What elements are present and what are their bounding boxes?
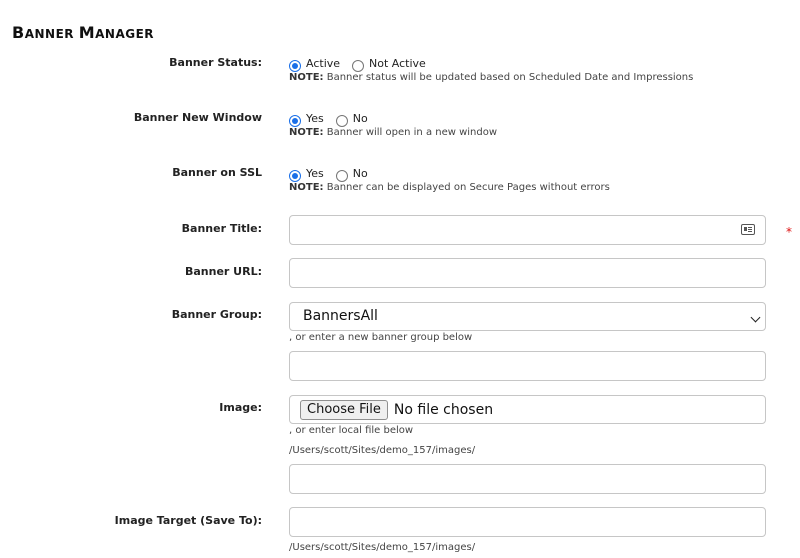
image-path-text: /Users/scott/Sites/demo_157/images/ bbox=[289, 445, 476, 456]
image-target-input[interactable] bbox=[289, 507, 766, 537]
contact-card-icon[interactable] bbox=[741, 224, 755, 235]
ssl-yes-radio[interactable] bbox=[289, 170, 301, 182]
new-window-yes-radio[interactable] bbox=[289, 115, 301, 127]
banner-ssl-radio-group: Yes No bbox=[289, 167, 380, 183]
banner-new-window-radio-group: Yes No bbox=[289, 112, 380, 128]
banner-url-label: Banner URL: bbox=[185, 265, 262, 278]
banner-new-window-label: Banner New Window bbox=[133, 111, 262, 124]
choose-file-button[interactable]: Choose File bbox=[300, 399, 388, 420]
banner-group-selected: BannersAll bbox=[303, 308, 378, 324]
ssl-no-label[interactable]: No bbox=[353, 167, 368, 180]
image-file-input[interactable]: Choose File No file chosen bbox=[289, 395, 766, 424]
banner-new-window-note: NOTE: Banner will open in a new window bbox=[289, 127, 498, 138]
banner-group-select[interactable]: BannersAll bbox=[289, 302, 766, 331]
banner-status-radio-group: Active Not Active bbox=[289, 57, 438, 73]
banner-group-label: Banner Group: bbox=[171, 308, 262, 321]
required-asterisk: * bbox=[786, 225, 792, 239]
chevron-down-icon bbox=[750, 312, 761, 323]
banner-status-not-active-radio[interactable] bbox=[352, 60, 365, 72]
image-local-hint: , or enter local file below bbox=[289, 425, 414, 436]
new-banner-group-input[interactable] bbox=[289, 351, 766, 381]
ssl-no-radio[interactable] bbox=[335, 170, 348, 182]
file-status-text: No file chosen bbox=[393, 401, 494, 418]
new-window-no-radio[interactable] bbox=[335, 115, 348, 127]
banner-title-input[interactable] bbox=[289, 215, 766, 245]
banner-status-active-label[interactable]: Active bbox=[306, 57, 340, 70]
banner-status-not-active-label[interactable]: Not Active bbox=[369, 57, 426, 70]
new-window-yes-label[interactable]: Yes bbox=[306, 112, 324, 125]
banner-ssl-label: Banner on SSL bbox=[172, 166, 262, 179]
ssl-yes-label[interactable]: Yes bbox=[306, 167, 324, 180]
image-label: Image: bbox=[219, 401, 262, 414]
image-local-file-input[interactable] bbox=[289, 464, 766, 494]
banner-manager-page: Banner Manager Banner Status: Active Not… bbox=[0, 0, 800, 558]
banner-status-note: NOTE: Banner status will be updated base… bbox=[289, 72, 694, 83]
banner-title-label: Banner Title: bbox=[181, 222, 262, 235]
banner-url-input[interactable] bbox=[289, 258, 766, 288]
banner-group-hint: , or enter a new banner group below bbox=[289, 332, 473, 343]
new-window-no-label[interactable]: No bbox=[353, 112, 368, 125]
banner-ssl-note: NOTE: Banner can be displayed on Secure … bbox=[289, 182, 610, 193]
banner-status-active-radio[interactable] bbox=[289, 60, 301, 72]
image-target-label: Image Target (Save To): bbox=[114, 514, 262, 527]
banner-status-label: Banner Status: bbox=[169, 56, 262, 69]
page-title: Banner Manager bbox=[12, 23, 155, 42]
image-target-path-text: /Users/scott/Sites/demo_157/images/ bbox=[289, 542, 476, 553]
